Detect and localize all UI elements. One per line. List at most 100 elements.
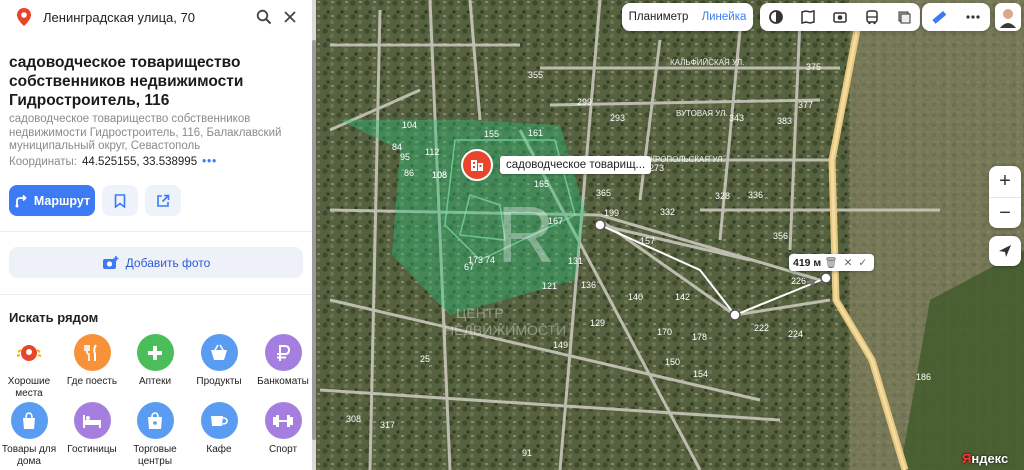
location-pin-icon — [17, 8, 31, 26]
house-number-label: 149 — [553, 340, 568, 350]
nearby-category-icon-wrap — [73, 334, 111, 371]
ruler-tab[interactable]: Линейка — [702, 11, 747, 23]
mall-icon — [148, 411, 162, 429]
more-icon[interactable] — [962, 6, 984, 28]
add-photo-button[interactable]: Добавить фото — [9, 247, 303, 278]
sport-icon — [273, 414, 293, 427]
watermark-line: НЕДВИЖИМОСТИ — [444, 322, 566, 338]
hotel-icon — [83, 414, 101, 428]
house-number-label: 161 — [528, 128, 543, 138]
route-button[interactable]: Маршрут — [9, 185, 95, 216]
nearby-section-title: Искать рядом — [9, 310, 99, 325]
coordinates-row: Координаты: 44.525155, 33.538995 ••• — [9, 156, 217, 168]
divider — [0, 294, 312, 295]
house-number-label: 170 — [657, 327, 672, 337]
nearby-category-good-places[interactable]: Хорошие места — [0, 334, 61, 400]
house-number-label: 157 — [640, 236, 655, 246]
ruler-distance: 419 м — [793, 256, 822, 269]
scrollbar-thumb[interactable] — [312, 40, 316, 440]
nearby-category-icon-wrap — [200, 334, 238, 371]
house-number-label: 140 — [628, 292, 643, 302]
planimeter-tab[interactable]: Планиметр — [629, 11, 689, 23]
nearby-category-icon-wrap — [200, 402, 238, 439]
house-number-label: 343 — [729, 113, 744, 123]
clear-search-button[interactable] — [277, 5, 303, 29]
share-button[interactable] — [145, 185, 181, 216]
house-number-label: 308 — [346, 414, 361, 424]
groceries-icon — [211, 344, 227, 360]
nearby-category-icon-wrap — [73, 402, 111, 439]
nearby-category-atm[interactable]: Банкоматы — [251, 334, 312, 388]
home-goods-icon — [23, 411, 35, 429]
nearby-category-sport[interactable]: Спорт — [251, 402, 312, 456]
bookmark-button[interactable] — [102, 185, 138, 216]
coordinates-value[interactable]: 44.525155, 33.538995 — [82, 156, 197, 168]
route-label: Маршрут — [33, 193, 91, 208]
place-map-label[interactable]: садоводческое товарищ... — [500, 156, 652, 174]
watermark-logo: R — [497, 190, 555, 279]
house-number-label: 74 — [485, 255, 495, 265]
building-icon — [471, 160, 483, 171]
coordinates-label: Координаты: — [9, 156, 77, 168]
nearby-category-icon-wrap — [136, 334, 174, 371]
house-number-label: 154 — [693, 369, 708, 379]
house-number-label: 178 — [692, 332, 707, 342]
nearby-category-hotels[interactable]: Гостиницы — [60, 402, 124, 456]
nearby-category-icon-wrap — [11, 334, 48, 371]
map-layers-icon[interactable] — [893, 6, 915, 28]
map-book-icon[interactable] — [797, 6, 819, 28]
house-number-label: 383 — [777, 116, 792, 126]
nearby-category-malls[interactable]: Торговые центры — [123, 402, 187, 468]
zoom-control: + − — [989, 166, 1021, 228]
nearby-category-label: Торговые центры — [133, 444, 177, 467]
nearby-category-label: Хорошие места — [7, 376, 51, 399]
nearby-category-label: Банкоматы — [257, 376, 309, 387]
nearby-category-pharmacy[interactable]: Аптеки — [123, 334, 187, 388]
transport-bus-icon[interactable] — [861, 6, 883, 28]
nearby-category-label: Спорт — [268, 444, 298, 455]
house-number-label: 317 — [380, 420, 395, 430]
cafe-icon — [211, 415, 228, 426]
nearby-category-cafe[interactable]: Кафе — [187, 402, 251, 456]
layers-icon[interactable] — [765, 6, 787, 28]
search-button[interactable] — [251, 5, 277, 29]
panel-scrollbar[interactable] — [312, 0, 316, 470]
street-label: КАЛЬФИЙСКАЯ УЛ. — [670, 58, 744, 67]
panorama-camera-icon[interactable] — [829, 6, 851, 28]
place-address: садоводческое товарищество собственников… — [9, 113, 282, 152]
house-number-label: 224 — [788, 329, 803, 339]
place-marker[interactable] — [461, 149, 493, 181]
locate-me-button[interactable] — [989, 236, 1021, 266]
house-number-label: 142 — [675, 292, 690, 302]
house-number-label: 129 — [590, 318, 605, 328]
divider — [0, 231, 312, 232]
user-avatar[interactable] — [995, 3, 1021, 31]
close-icon — [284, 11, 296, 23]
search-bar[interactable]: Ленинградская улица, 70 — [9, 5, 303, 29]
ruler-icon[interactable] — [928, 6, 950, 28]
nearby-category-icon-wrap — [264, 402, 302, 439]
check-icon[interactable]: ✓ — [858, 257, 867, 269]
zoom-out-button[interactable]: − — [989, 197, 1021, 229]
nearby-category-food[interactable]: Где поесть — [60, 334, 124, 388]
nearby-category-label: Гостиницы — [67, 444, 117, 455]
house-number-label: 299 — [577, 97, 592, 107]
location-arrow-icon — [999, 245, 1011, 257]
nearby-category-home-goods[interactable]: Товары для дома — [0, 402, 61, 468]
nearby-category-label: Где поесть — [66, 376, 118, 387]
house-number-label: 95 — [400, 152, 410, 162]
trash-icon[interactable]: 🗑 — [824, 256, 837, 269]
search-address[interactable]: Ленинградская улица, 70 — [43, 10, 251, 25]
nearby-category-groceries[interactable]: Продукты — [187, 334, 251, 388]
house-number-label: 186 — [916, 372, 931, 382]
house-number-label: 222 — [754, 323, 769, 333]
house-number-label: 121 — [542, 281, 557, 291]
house-number-label: 199 — [604, 208, 619, 218]
close-icon[interactable]: ✕ — [844, 257, 853, 269]
zoom-in-button[interactable]: + — [989, 166, 1021, 197]
house-number-label: 328 — [715, 191, 730, 201]
nearby-category-label: Аптеки — [138, 376, 172, 387]
coordinates-more-button[interactable]: ••• — [202, 156, 217, 168]
yandex-logo: Яндекс — [962, 451, 1009, 466]
house-number-label: 375 — [806, 62, 821, 72]
